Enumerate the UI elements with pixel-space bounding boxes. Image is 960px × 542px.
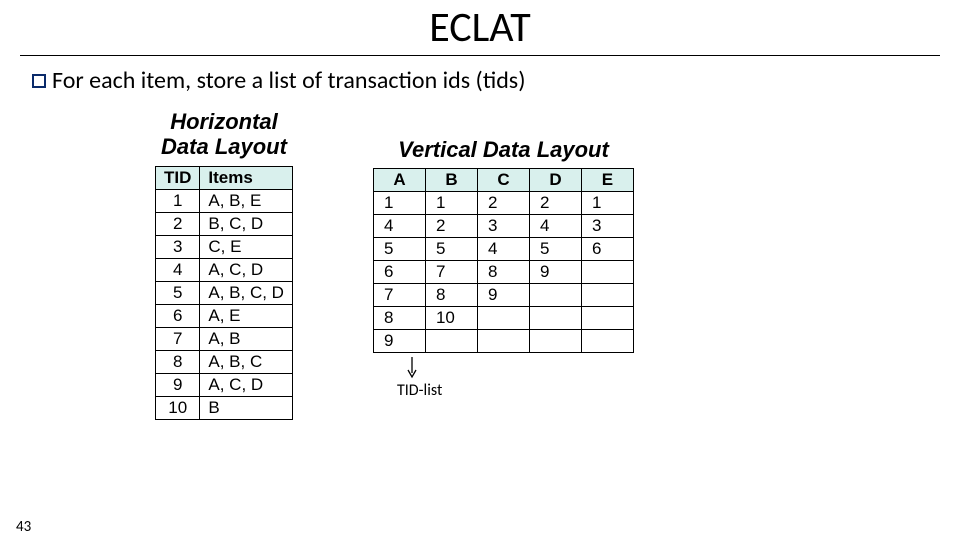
table-cell xyxy=(581,261,633,284)
table-cell: 9 xyxy=(156,373,200,396)
horizontal-table: TID Items 1A, B, E2B, C, D3C, E4A, C, D5… xyxy=(155,166,293,420)
page-number: 43 xyxy=(16,518,31,536)
table-row: 11221 xyxy=(373,192,633,215)
table-row: 42343 xyxy=(373,215,633,238)
vert-col-e: E xyxy=(581,169,633,192)
horizontal-section: HorizontalData Layout TID Items 1A, B, E… xyxy=(155,109,293,420)
vertical-arrow-area: TID-list xyxy=(407,357,634,400)
table-row: 6A, E xyxy=(156,304,293,327)
title-rule xyxy=(20,55,940,56)
bullet-square-icon xyxy=(32,74,46,88)
table-cell xyxy=(581,307,633,330)
horizontal-heading: HorizontalData Layout xyxy=(155,109,293,160)
table-cell: 5 xyxy=(425,238,477,261)
table-cell: 4 xyxy=(477,238,529,261)
arrow-down-icon xyxy=(407,357,417,379)
content-area: HorizontalData Layout TID Items 1A, B, E… xyxy=(0,109,960,420)
table-cell: 7 xyxy=(425,261,477,284)
table-cell: A, E xyxy=(200,304,293,327)
table-cell: 9 xyxy=(529,261,581,284)
table-cell: 5 xyxy=(373,238,425,261)
table-cell: 3 xyxy=(156,235,200,258)
table-cell: 4 xyxy=(156,258,200,281)
table-cell: 9 xyxy=(477,284,529,307)
table-row: 1A, B, E xyxy=(156,189,293,212)
slide-title: ECLAT xyxy=(0,2,960,53)
table-row: 810 xyxy=(373,307,633,330)
table-cell: 6 xyxy=(581,238,633,261)
table-cell xyxy=(477,307,529,330)
table-cell: 10 xyxy=(425,307,477,330)
vertical-section: Vertical Data Layout A B C D E 112214234… xyxy=(373,137,634,420)
table-cell xyxy=(425,330,477,353)
table-row: 7A, B xyxy=(156,327,293,350)
table-row: 10B xyxy=(156,396,293,419)
table-cell: 8 xyxy=(373,307,425,330)
table-row: 8A, B, C xyxy=(156,350,293,373)
table-cell: 2 xyxy=(425,215,477,238)
table-cell: 6 xyxy=(156,304,200,327)
table-cell: 9 xyxy=(373,330,425,353)
tid-list-label: TID-list xyxy=(397,381,634,400)
table-cell: C, E xyxy=(200,235,293,258)
table-row: 6789 xyxy=(373,261,633,284)
table-row: 3C, E xyxy=(156,235,293,258)
vert-col-a: A xyxy=(373,169,425,192)
table-cell: A, B xyxy=(200,327,293,350)
table-cell: A, C, D xyxy=(200,373,293,396)
horiz-col-items: Items xyxy=(200,166,293,189)
table-row: 55456 xyxy=(373,238,633,261)
vertical-heading: Vertical Data Layout xyxy=(373,137,634,162)
bullet-row: For each item, store a list of transacti… xyxy=(32,66,960,95)
table-row: 9A, C, D xyxy=(156,373,293,396)
bullet-text: For each item, store a list of transacti… xyxy=(52,66,525,95)
vert-col-b: B xyxy=(425,169,477,192)
horiz-col-tid: TID xyxy=(156,166,200,189)
table-cell: B xyxy=(200,396,293,419)
table-cell: 5 xyxy=(156,281,200,304)
table-cell xyxy=(529,307,581,330)
table-row: 2B, C, D xyxy=(156,212,293,235)
table-cell xyxy=(529,330,581,353)
table-cell xyxy=(581,284,633,307)
table-cell: 4 xyxy=(529,215,581,238)
table-cell: 6 xyxy=(373,261,425,284)
table-cell: 3 xyxy=(581,215,633,238)
table-cell: 2 xyxy=(477,192,529,215)
table-cell: A, B, E xyxy=(200,189,293,212)
table-cell: 10 xyxy=(156,396,200,419)
table-cell xyxy=(477,330,529,353)
table-cell: 2 xyxy=(529,192,581,215)
table-cell: B, C, D xyxy=(200,212,293,235)
table-cell: 7 xyxy=(156,327,200,350)
table-row: 9 xyxy=(373,330,633,353)
table-row: 4A, C, D xyxy=(156,258,293,281)
table-cell: 7 xyxy=(373,284,425,307)
vert-col-d: D xyxy=(529,169,581,192)
table-cell: 5 xyxy=(529,238,581,261)
table-cell: A, B, C, D xyxy=(200,281,293,304)
table-cell: 3 xyxy=(477,215,529,238)
table-row: 5A, B, C, D xyxy=(156,281,293,304)
table-cell xyxy=(581,330,633,353)
table-cell: 8 xyxy=(425,284,477,307)
table-cell: 2 xyxy=(156,212,200,235)
table-cell: 4 xyxy=(373,215,425,238)
vertical-table: A B C D E 11221423435545667897898109 xyxy=(373,168,634,353)
table-cell: A, B, C xyxy=(200,350,293,373)
table-row: 789 xyxy=(373,284,633,307)
table-cell xyxy=(529,284,581,307)
vert-col-c: C xyxy=(477,169,529,192)
table-cell: 1 xyxy=(373,192,425,215)
table-cell: 1 xyxy=(425,192,477,215)
table-cell: 8 xyxy=(156,350,200,373)
table-cell: 8 xyxy=(477,261,529,284)
table-cell: 1 xyxy=(156,189,200,212)
table-cell: A, C, D xyxy=(200,258,293,281)
table-cell: 1 xyxy=(581,192,633,215)
